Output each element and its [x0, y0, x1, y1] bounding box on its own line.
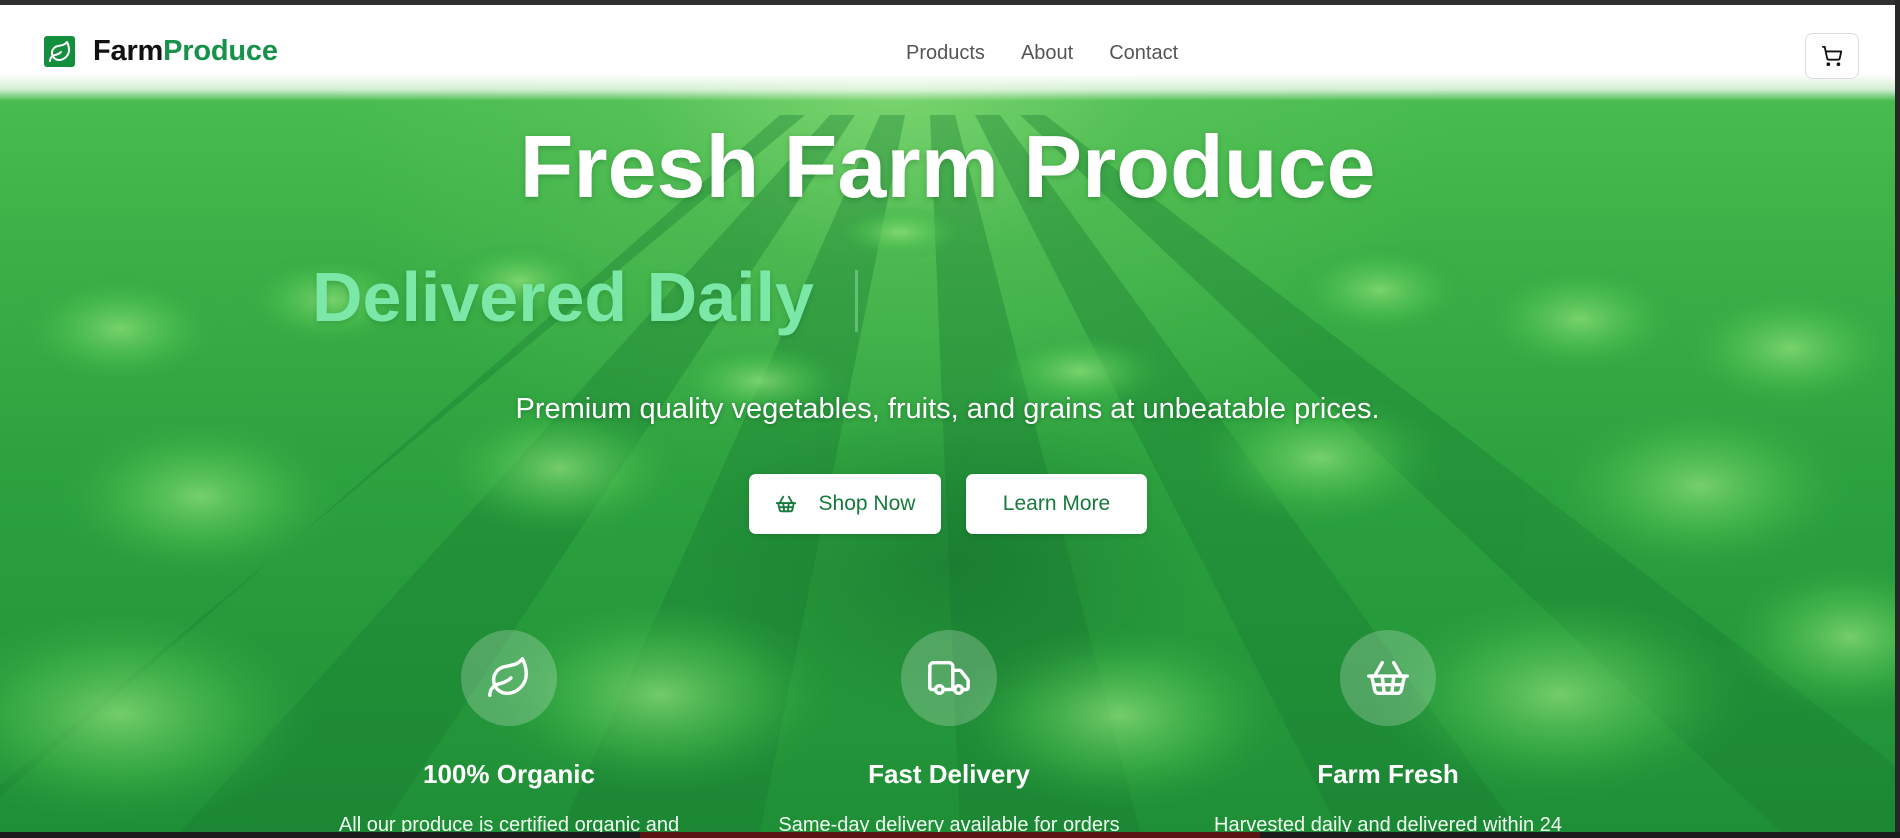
nav-link-about[interactable]: About: [1021, 42, 1073, 65]
window-right-border: [1895, 0, 1900, 838]
feature-title: Fast Delivery: [868, 759, 1030, 789]
typing-caret: [855, 270, 858, 332]
learn-more-label: Learn More: [1002, 492, 1111, 515]
top-navbar: FarmProduce Products About Contact: [0, 5, 1895, 101]
brand-name-part1: Farm: [93, 35, 164, 67]
hero-title: Fresh Farm Produce: [519, 117, 1376, 216]
feature-description: Same-day delivery available for orders: [778, 814, 1120, 832]
main-nav: Products About Contact: [906, 42, 1178, 65]
shop-now-label: Shop Now: [818, 492, 916, 515]
leaf-icon: [488, 657, 528, 697]
cart-icon: [1821, 45, 1843, 67]
feature-organic: 100% Organic All our produce is certifie…: [289, 630, 729, 832]
basket-icon: [775, 493, 797, 515]
feature-icon-circle: [461, 630, 557, 726]
learn-more-button[interactable]: Learn More: [966, 474, 1147, 534]
nav-link-contact[interactable]: Contact: [1109, 42, 1178, 65]
brand-logo[interactable]: FarmProduce: [44, 35, 278, 68]
feature-title: 100% Organic: [423, 759, 595, 789]
cart-button[interactable]: [1805, 33, 1859, 79]
feature-icon-circle: [1340, 630, 1436, 726]
feature-delivery: Fast Delivery Same-day delivery availabl…: [729, 630, 1169, 832]
hero-subtitle: Premium quality vegetables, fruits, and …: [515, 393, 1380, 425]
truck-icon: [928, 660, 970, 696]
feature-icon-circle: [901, 630, 997, 726]
feature-description: All our produce is certified organic and: [338, 814, 680, 832]
basket-icon: [1367, 660, 1409, 696]
feature-farm-fresh: Farm Fresh Harvested daily and delivered…: [1168, 630, 1608, 832]
feature-description: Harvested daily and delivered within 24: [1214, 814, 1562, 832]
feature-title: Farm Fresh: [1317, 759, 1459, 789]
bottom-accent-strip: [640, 832, 1260, 838]
leaf-icon: [44, 36, 75, 67]
hero-typed-text: Delivered Daily: [312, 258, 814, 336]
shop-now-button[interactable]: Shop Now: [749, 474, 941, 534]
landing-page: FarmProduce Products About Contact Fresh…: [0, 5, 1895, 832]
window-bottom-border: [0, 832, 1900, 838]
brand-name-part2: Produce: [163, 35, 278, 67]
nav-link-products[interactable]: Products: [906, 42, 985, 65]
brand-name: FarmProduce: [93, 35, 278, 68]
